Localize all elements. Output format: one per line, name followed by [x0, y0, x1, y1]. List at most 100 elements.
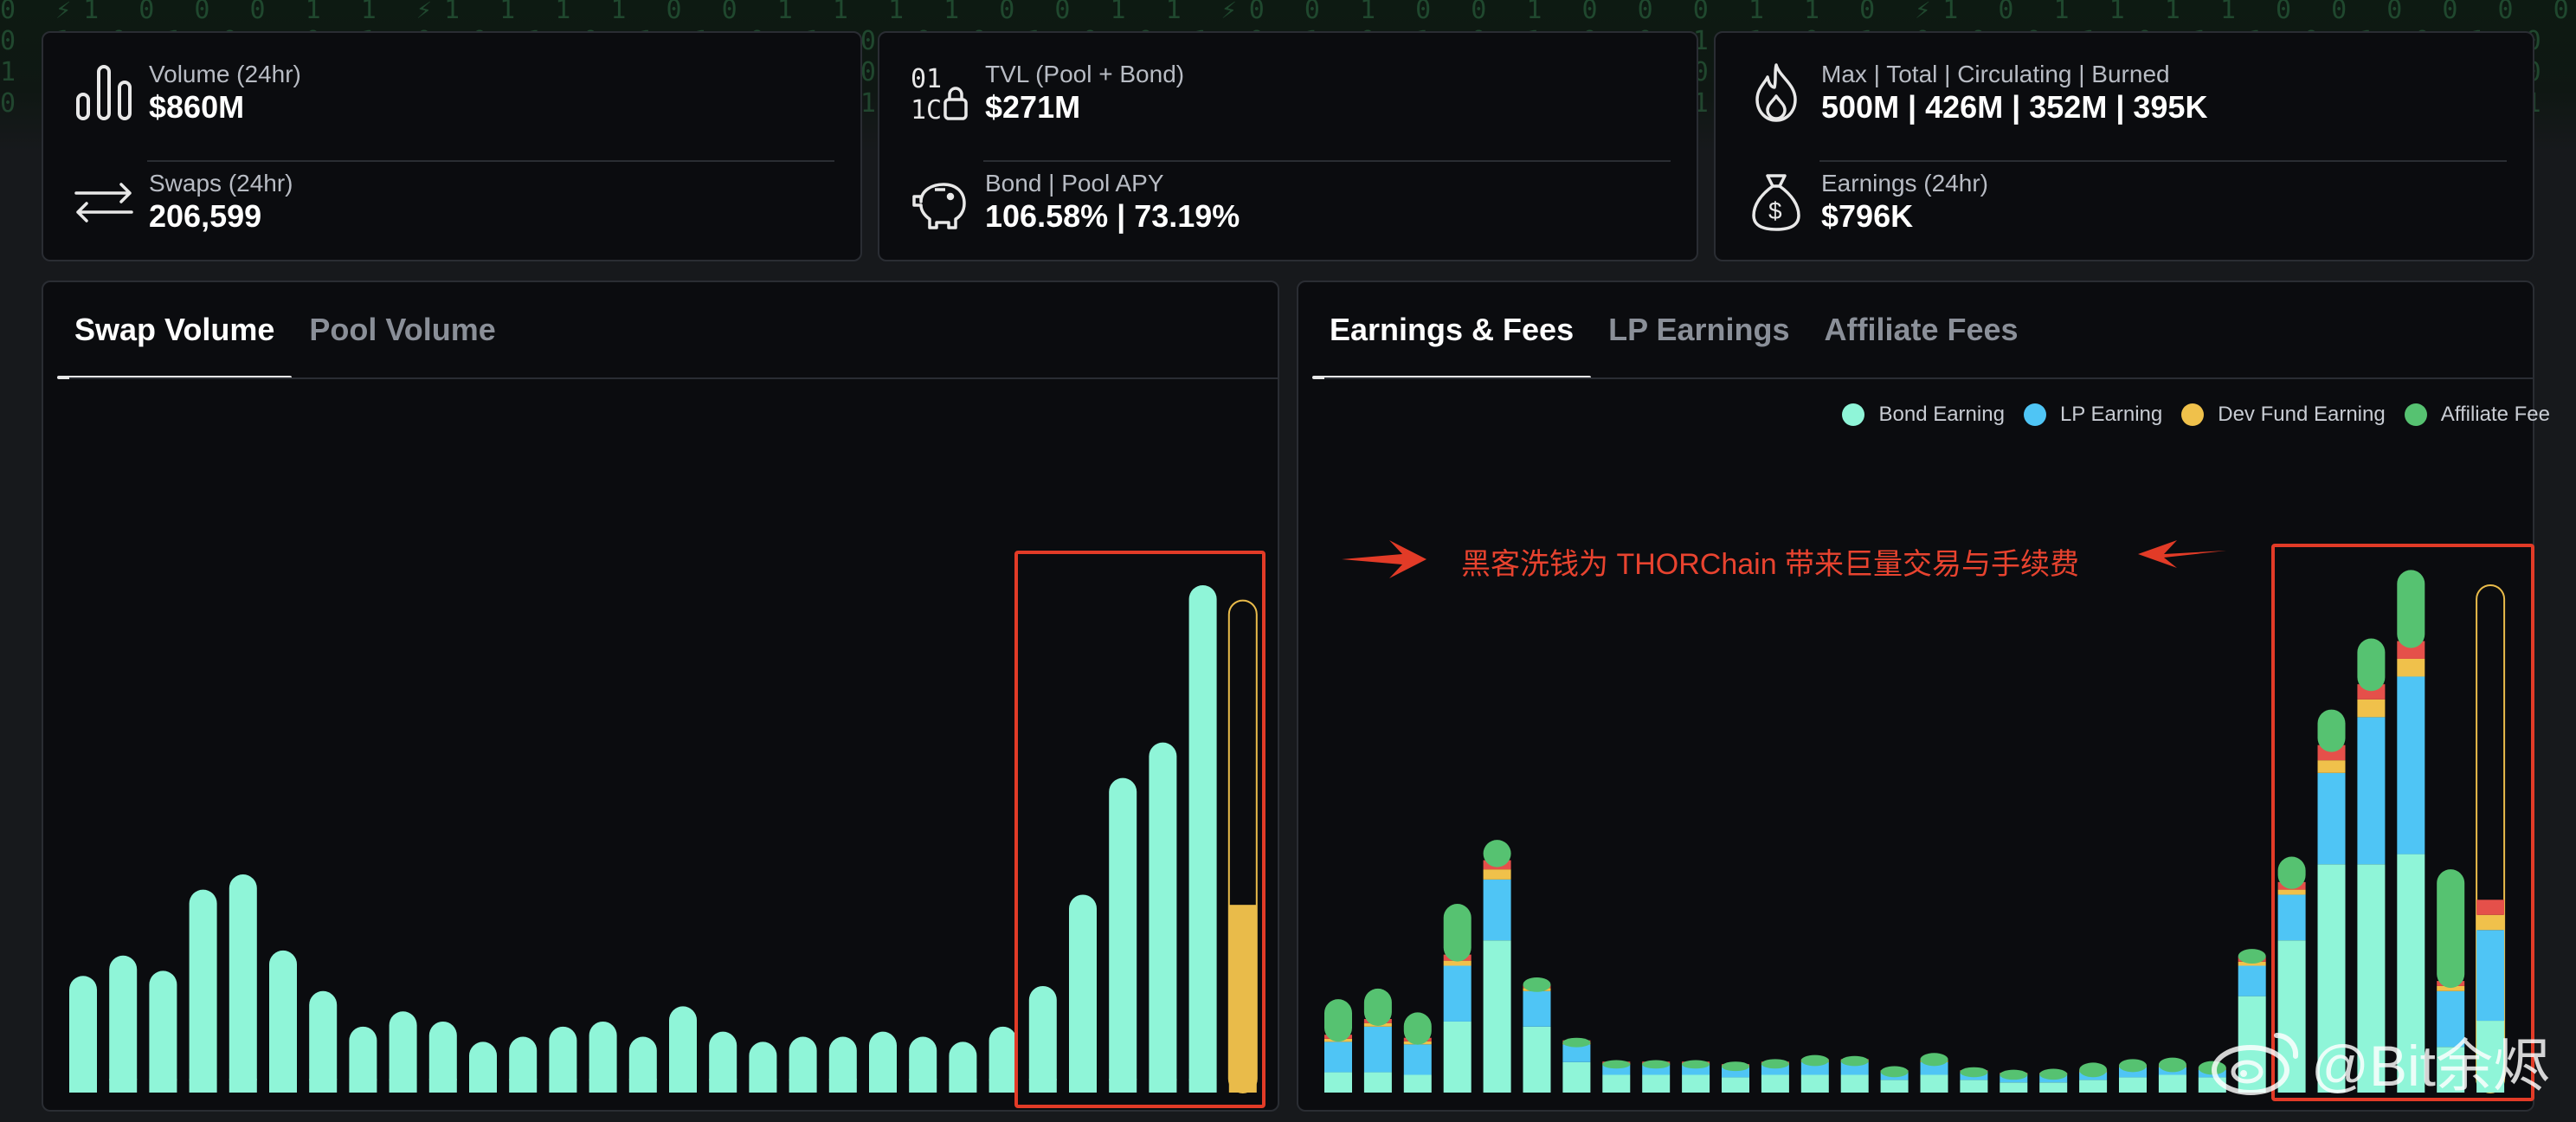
flame-icon [1742, 58, 1811, 127]
legend-label: Affiliate Fee [2440, 403, 2550, 426]
affiliate-fee-segment [1523, 977, 1551, 992]
volume-bar-base [269, 1079, 297, 1093]
affiliate-fee-segment [1880, 1066, 1909, 1078]
stat-apy: Bond | Pool APY 106.58% | 73.19% [905, 154, 1671, 249]
earnings-bar [1800, 1054, 1829, 1093]
earnings-bar [1403, 1012, 1432, 1093]
legend-label: LP Earning [2059, 403, 2163, 426]
affiliate-fee-segment [1324, 999, 1352, 1042]
lp-earning-segment [1523, 990, 1551, 1027]
volume-bar-base [709, 1079, 737, 1093]
legend-label: Dev Fund Earning [2218, 403, 2386, 426]
volume-bar-base [509, 1079, 538, 1093]
affiliate-fee-segment [2238, 949, 2266, 964]
bond-earning-segment [1960, 1080, 1988, 1093]
legend-dev-fund-earning[interactable]: Dev Fund Earning [2181, 403, 2386, 427]
volume-bar-base [149, 1079, 177, 1093]
bond-earning-segment [1682, 1074, 1710, 1093]
affiliate-fee-segment [1483, 840, 1511, 867]
earnings-bar [1682, 1060, 1710, 1093]
volume-bar-base [189, 1079, 217, 1093]
earnings-bar [1523, 977, 1551, 1093]
volume-bar-base [349, 1079, 377, 1093]
earnings-legend: Bond Earning LP Earning Dev Fund Earning… [1842, 403, 2550, 427]
legend-label: Bond Earning [1878, 403, 2005, 426]
legend-bond-earning[interactable]: Bond Earning [1842, 403, 2005, 427]
stat-value: 500M | 426M | 352M | 395K [1821, 89, 2208, 125]
bar-chart-icon [69, 58, 138, 127]
volume-bar-base [389, 1079, 417, 1093]
volume-bar-base [229, 1079, 257, 1093]
earnings-bar [1602, 1060, 1631, 1093]
stat-value: $271M [985, 89, 1081, 125]
bond-earning-segment [1722, 1077, 1749, 1093]
bond-earning-segment [1363, 1072, 1392, 1093]
bond-earning-segment [1403, 1074, 1432, 1093]
affiliate-fee-segment [2119, 1059, 2147, 1073]
affiliate-fee-segment [1682, 1060, 1710, 1069]
volume-bar-base [828, 1079, 857, 1093]
earnings-bar [1483, 840, 1511, 1093]
affiliate-fee-segment [1443, 904, 1472, 962]
volume-bar [189, 889, 217, 1093]
earnings-bar [1443, 904, 1472, 1093]
stat-volume: Volume (24hr) $860M [69, 45, 834, 140]
volume-bar-base [909, 1079, 937, 1093]
stat-value: $860M [149, 89, 245, 125]
volume-bar-base [549, 1079, 577, 1093]
volume-bar [109, 955, 138, 1093]
lp-earning-segment [1403, 1044, 1432, 1075]
affiliate-fee-segment [1920, 1053, 1948, 1067]
bond-earning-segment [1602, 1074, 1631, 1093]
volume-bar-base [789, 1079, 817, 1093]
earnings-bar [2000, 1069, 2028, 1093]
stat-earnings: $ Earnings (24hr) $796K [1742, 154, 2507, 249]
lp-earning-segment [2238, 965, 2266, 996]
earnings-bar [1562, 1037, 1591, 1093]
svg-text:1C: 1C [911, 95, 942, 124]
stat-label: Volume (24hr) [149, 61, 301, 87]
watermark: @Bit余烬 [2209, 1020, 2550, 1103]
bond-earning-segment [2158, 1074, 2186, 1093]
earnings-bar [1840, 1055, 1869, 1093]
bond-earning-segment [2039, 1082, 2068, 1093]
stat-label: Bond | Pool APY [985, 170, 1164, 197]
volume-bar-base [309, 1079, 338, 1093]
stat-label: Swaps (24hr) [149, 170, 293, 197]
affiliate-fee-segment [2079, 1062, 2108, 1078]
volume-bar-base [669, 1079, 697, 1093]
affiliate-fee-segment [1562, 1037, 1591, 1048]
binary-lock-icon: 01 1C [905, 58, 975, 127]
volume-bar-base [428, 1079, 457, 1093]
affiliate-fee-segment [2000, 1069, 2028, 1080]
bond-earning-segment [1880, 1080, 1909, 1093]
earnings-bar [1363, 988, 1392, 1093]
dev-fund-earning-segment [1483, 869, 1511, 880]
volume-bar [229, 874, 257, 1093]
stat-value: $796K [1821, 198, 1914, 234]
earnings-bar [1324, 999, 1352, 1093]
affiliate-fee-segment [1602, 1060, 1631, 1069]
stats-card-supply: Max | Total | Circulating | Burned 500M … [1714, 31, 2534, 261]
money-bag-icon: $ [1742, 167, 1811, 236]
bond-earning-segment [1562, 1061, 1591, 1093]
affiliate-fee-segment [1840, 1055, 1869, 1067]
stats-card-volume: Volume (24hr) $860M Swaps (24hr) 206,599 [42, 31, 862, 261]
stat-tvl: 01 1C TVL (Pool + Bond) $271M [905, 45, 1671, 140]
earnings-bar [1761, 1059, 1789, 1093]
affiliate-fee-segment [2158, 1057, 2186, 1073]
legend-lp-earning[interactable]: LP Earning [2023, 403, 2163, 427]
bond-earning-segment [2119, 1077, 2147, 1093]
piggy-bank-icon [905, 167, 975, 236]
affiliate-fee-segment [1722, 1061, 1749, 1072]
bond-earning-segment [1800, 1074, 1829, 1093]
bond-earning-segment [1840, 1074, 1869, 1093]
stat-label: Max | Total | Circulating | Burned [1821, 61, 2170, 87]
volume-bar-base [69, 1079, 97, 1093]
svg-text:01: 01 [911, 64, 942, 94]
earnings-bar [2158, 1057, 2186, 1093]
svg-text:$: $ [1768, 197, 1782, 224]
legend-affiliate-fee[interactable]: Affiliate Fee [2404, 403, 2550, 427]
volume-bar-base [749, 1079, 777, 1093]
volume-bar-base [628, 1079, 657, 1093]
